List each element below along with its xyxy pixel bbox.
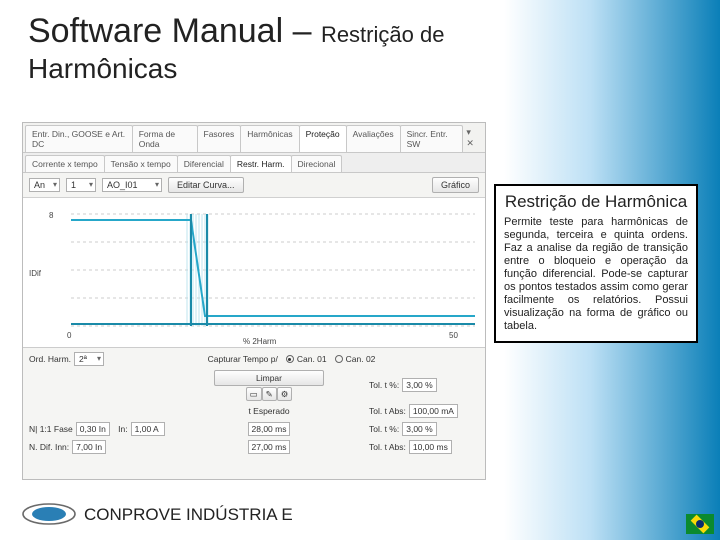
brand-logo: [22, 502, 76, 526]
radio-can02[interactable]: Can. 02: [335, 354, 376, 364]
title-tail: Harmônicas: [28, 53, 720, 85]
xtick-0: 0: [67, 331, 72, 340]
toolbutton-2[interactable]: ✎: [262, 387, 277, 401]
footer-text: CONPROVE INDÚSTRIA E: [84, 505, 293, 525]
expected-label: t Esperado: [248, 406, 289, 416]
tab-phasors[interactable]: Fasores: [197, 125, 242, 152]
bottom-panel: Ord. Harm. 2ª Capturar Tempo p/ Can. 01 …: [23, 348, 485, 458]
series-high: [71, 220, 475, 316]
app-window: Entr. Din., GOOSE e Art. DC Forma de Ond…: [22, 122, 486, 480]
tol1abs-input[interactable]: 100,00 mA: [409, 404, 458, 418]
chart-toolbar: An 1 AO_I01 Editar Curva... Gráfico: [23, 173, 485, 198]
tol2abs-input[interactable]: 10,00 ms: [409, 440, 452, 454]
x-label: % 2Harm: [243, 337, 277, 346]
ord-harm-label: Ord. Harm.: [29, 354, 71, 364]
tol1pct-label: Tol. t %:: [369, 380, 399, 390]
subtab-vxtime[interactable]: Tensão x tempo: [104, 155, 178, 172]
channel-index-combo[interactable]: 1: [66, 178, 96, 192]
in-input[interactable]: 1,00 A: [131, 422, 165, 436]
main-tabs: Entr. Din., GOOSE e Art. DC Forma de Ond…: [23, 123, 485, 153]
toolbutton-1[interactable]: ▭: [246, 387, 262, 401]
toolbutton-3[interactable]: ⚙: [277, 387, 293, 401]
subtab-directional[interactable]: Direcional: [291, 155, 343, 172]
ytick-max: 8: [49, 211, 54, 220]
subtab-diff[interactable]: Diferencial: [177, 155, 231, 172]
y-label: IDif: [29, 269, 42, 278]
ord-harm-field: Ord. Harm. 2ª: [29, 352, 104, 366]
callout-box: Restrição de Harmônica Permite teste par…: [494, 184, 698, 343]
callout-title: Restrição de Harmônica: [504, 192, 688, 212]
capture-label: Capturar Tempo p/: [208, 354, 278, 364]
n1-input[interactable]: 0,30 In: [76, 422, 110, 436]
chart-area: 8 IDif 0 % 2Harm 50: [23, 198, 485, 348]
timepoint-2: 27,00 ms: [177, 440, 361, 454]
ndif-label: N. Dif. Inn:: [29, 442, 69, 452]
tol2pct-input[interactable]: 3,00 %: [402, 422, 436, 436]
tab-sync[interactable]: Sincr. Entr. SW: [400, 125, 464, 152]
callout-body: Permite teste para harmônicas de segunda…: [504, 216, 688, 333]
edit-curve-button[interactable]: Editar Curva...: [168, 177, 244, 193]
subtab-ixtime[interactable]: Corrente x tempo: [25, 155, 105, 172]
tol1abs-label: Tol. t Abs:: [369, 406, 406, 416]
tab-protection[interactable]: Proteção: [299, 125, 347, 152]
tab-evaluations[interactable]: Avaliações: [346, 125, 401, 152]
ndif-input[interactable]: 7,00 In: [72, 440, 106, 454]
tol1pct-input[interactable]: 3,00 %: [402, 378, 436, 392]
subtab-restr-harm[interactable]: Restr. Harm.: [230, 155, 292, 172]
panel-close-button[interactable]: ▾ ✕: [462, 125, 483, 152]
view-mode-button[interactable]: Gráfico: [432, 177, 479, 193]
radio-can01[interactable]: Can. 01: [286, 354, 327, 364]
tab-waveform[interactable]: Forma de Onda: [132, 125, 198, 152]
slide-title: Software Manual – Restrição de Harmônica…: [0, 0, 720, 91]
title-sub: Restrição de: [321, 22, 445, 47]
radio-icon: [286, 355, 294, 363]
channel-type-combo[interactable]: An: [29, 178, 60, 192]
ord-harm-combo[interactable]: 2ª: [74, 352, 104, 366]
title-main: Software Manual –: [28, 12, 321, 50]
channel-select-combo[interactable]: AO_I01: [102, 178, 162, 192]
radio-icon: [335, 355, 343, 363]
tol2abs-label: Tol. t Abs:: [369, 442, 406, 452]
tab-io[interactable]: Entr. Din., GOOSE e Art. DC: [25, 125, 133, 152]
brazil-flag-icon: [686, 514, 714, 534]
tab-harmonics[interactable]: Harmônicas: [240, 125, 299, 152]
in-label: In:: [118, 424, 127, 434]
n1-label: N| 1:1 Fase: [29, 424, 73, 434]
sub-tabs: Corrente x tempo Tensão x tempo Diferenc…: [23, 153, 485, 173]
timepoint-1: 28,00 ms: [177, 422, 361, 436]
chart-svg: 8 IDif 0 % 2Harm 50: [23, 198, 487, 348]
xtick-max: 50: [449, 331, 458, 340]
clear-button[interactable]: Limpar: [214, 370, 324, 386]
tol2pct-label: Tol. t %:: [369, 424, 399, 434]
